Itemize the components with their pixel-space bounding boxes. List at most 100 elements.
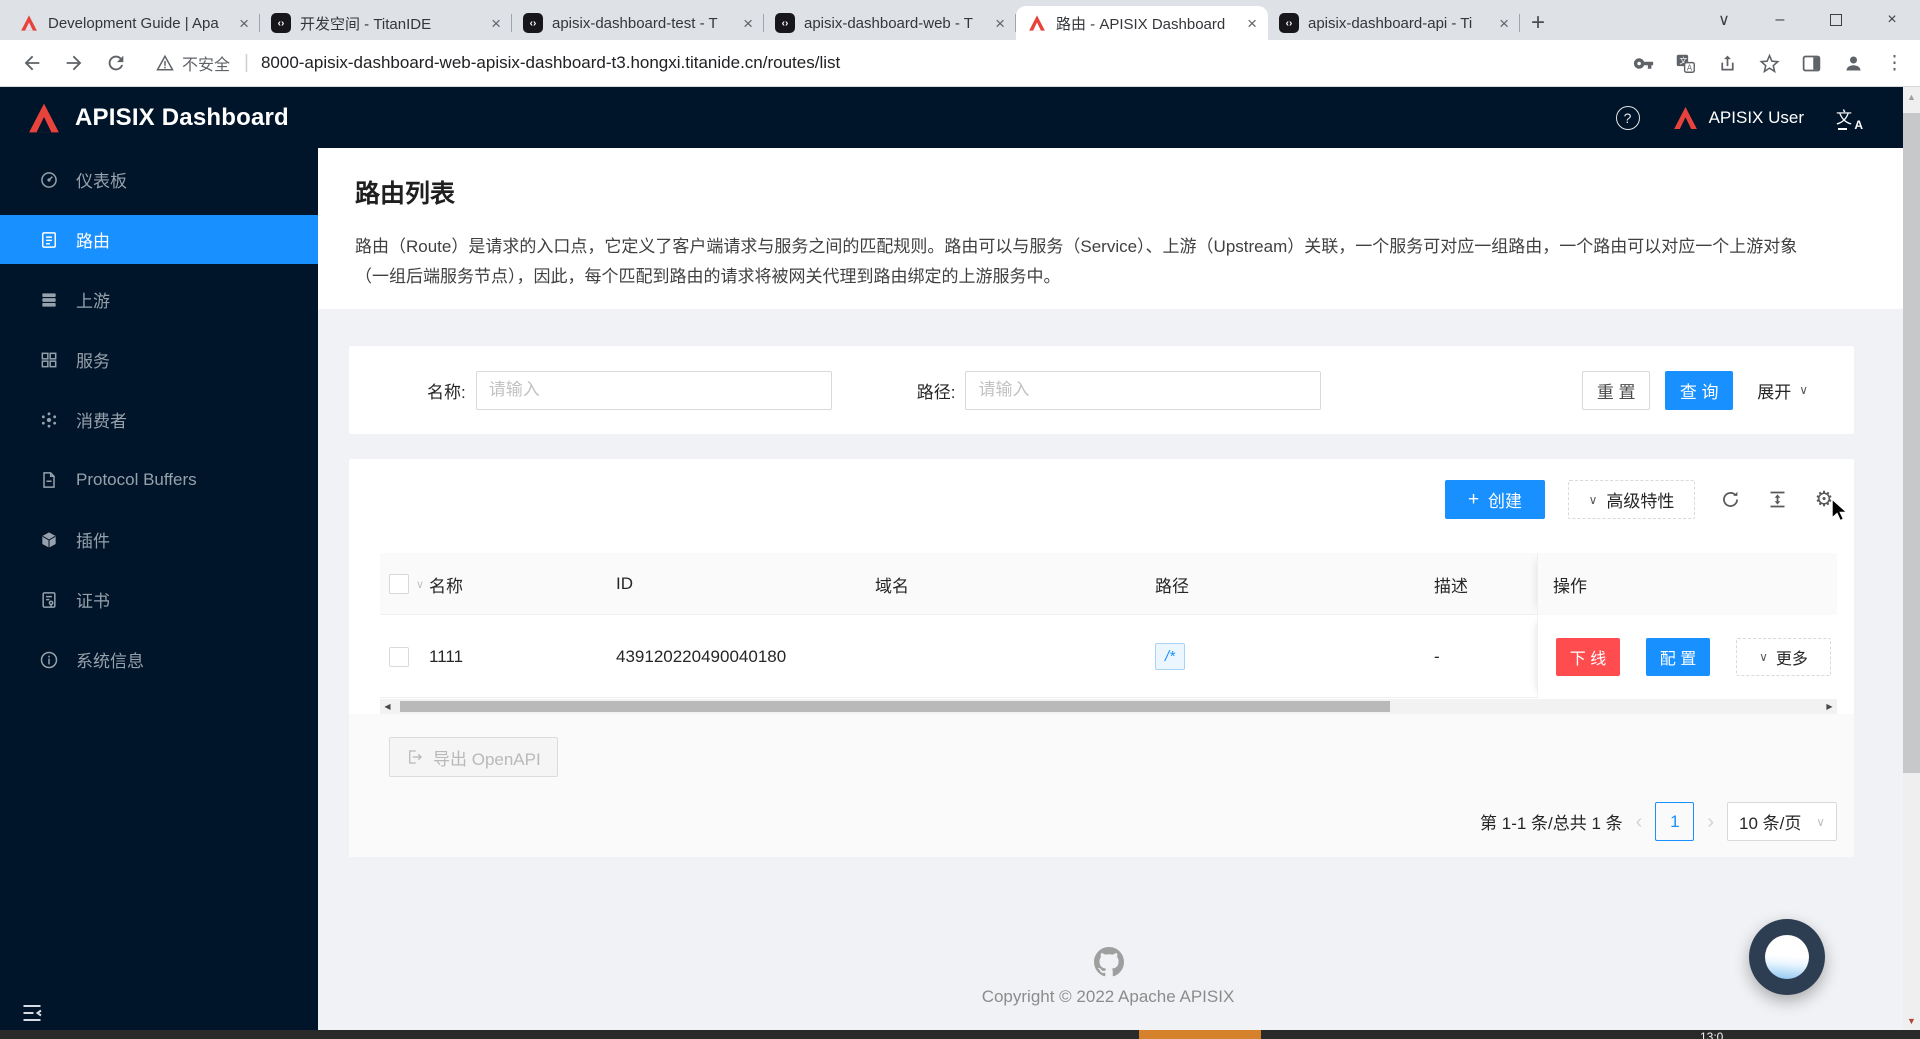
offline-button[interactable]: 下 线 xyxy=(1556,638,1620,676)
reload-icon[interactable] xyxy=(98,45,134,81)
user-menu[interactable]: APISIX User xyxy=(1672,105,1804,131)
sidebar-item-services[interactable]: 服务 xyxy=(0,335,318,384)
bookmark-star-icon[interactable] xyxy=(1759,53,1780,74)
settings-gear-icon[interactable]: ⚙ xyxy=(1812,488,1836,512)
help-icon[interactable]: ? xyxy=(1616,106,1640,130)
sidebar-item-dashboard[interactable]: 仪表板 xyxy=(0,155,318,204)
sidebar-item-label: 上游 xyxy=(76,287,110,312)
floating-assistant-button[interactable] xyxy=(1749,919,1825,995)
page-size-select[interactable]: 10 条/页 ∨ xyxy=(1727,802,1837,841)
sidebar-item-label: 路由 xyxy=(76,227,110,252)
url-text[interactable]: 8000-apisix-dashboard-web-apisix-dashboa… xyxy=(261,53,1627,73)
page-size-value: 10 条/页 xyxy=(1739,809,1801,834)
tab-title: Development Guide | Apa xyxy=(48,15,230,32)
browser-tab-dashboard-web[interactable]: ‹› apisix-dashboard-web - T × xyxy=(764,6,1016,40)
sidebar-item-plugins[interactable]: 插件 xyxy=(0,515,318,564)
advanced-features-button[interactable]: ∨ 高级特性 xyxy=(1568,480,1695,519)
name-input[interactable] xyxy=(476,371,832,410)
browser-tab-apisix-dashboard-active[interactable]: 路由 - APISIX Dashboard × xyxy=(1016,6,1268,40)
tab-title: 路由 - APISIX Dashboard xyxy=(1056,13,1238,34)
new-tab-button[interactable]: + xyxy=(1520,6,1556,40)
refresh-icon[interactable] xyxy=(1718,488,1742,512)
checkbox[interactable] xyxy=(389,647,409,667)
browser-tab-dashboard-test[interactable]: ‹› apisix-dashboard-test - T × xyxy=(512,6,764,40)
tab-close-icon[interactable]: × xyxy=(1247,15,1257,32)
tab-title: apisix-dashboard-test - T xyxy=(552,15,734,32)
tab-close-icon[interactable]: × xyxy=(239,15,249,32)
scroll-up-icon[interactable]: ▲ xyxy=(1903,92,1920,102)
expand-toggle[interactable]: 展开 ∨ xyxy=(1757,378,1808,403)
back-icon[interactable] xyxy=(14,45,50,81)
sidebar-item-routes[interactable]: 路由 xyxy=(0,215,318,264)
table-footer-section: 导出 OpenAPI 第 1-1 条/总共 1 条 ‹ 1 › 10 条/页 ∨ xyxy=(349,714,1854,857)
lang-zh-glyph: 文 xyxy=(1836,104,1852,128)
export-icon xyxy=(406,748,424,766)
scroll-right-icon[interactable]: ▶ xyxy=(1822,699,1837,714)
sidebar-collapse-icon[interactable] xyxy=(20,1001,44,1025)
language-switch-icon[interactable]: 文 A xyxy=(1836,105,1864,131)
sidebar-item-certificates[interactable]: 证书 xyxy=(0,575,318,624)
tab-close-icon[interactable]: × xyxy=(1499,15,1509,32)
browser-tab-titanide-workspace[interactable]: ‹› 开发空间 - TitanIDE × xyxy=(260,6,512,40)
tab-close-icon[interactable]: × xyxy=(743,15,753,32)
scroll-down-icon[interactable]: ▼ xyxy=(1903,1016,1920,1026)
selection-dropdown-icon[interactable]: ∨ xyxy=(416,553,424,615)
tab-search-icon[interactable]: ∨ xyxy=(1696,0,1752,40)
password-key-icon[interactable] xyxy=(1633,53,1654,74)
github-icon[interactable] xyxy=(1094,947,1124,977)
side-panel-icon[interactable] xyxy=(1801,53,1822,74)
create-button[interactable]: + 创建 xyxy=(1445,480,1545,519)
path-input[interactable] xyxy=(965,371,1321,410)
select-all-checkbox[interactable] xyxy=(389,553,409,615)
checkbox[interactable] xyxy=(389,574,409,594)
security-indicator[interactable]: 不安全 | xyxy=(156,51,255,75)
search-form: 名称: 路径: 重 置 查 询 展开 ∨ xyxy=(349,346,1854,434)
dashboard-icon xyxy=(39,170,59,190)
sidebar-item-consumers[interactable]: 消费者 xyxy=(0,395,318,444)
column-height-icon[interactable] xyxy=(1765,488,1789,512)
apisix-favicon xyxy=(1027,13,1047,33)
share-icon[interactable] xyxy=(1717,53,1738,74)
tab-close-icon[interactable]: × xyxy=(491,15,501,32)
scroll-left-icon[interactable]: ◀ xyxy=(380,699,395,714)
tab-close-icon[interactable]: × xyxy=(995,15,1005,32)
expand-label: 展开 xyxy=(1757,378,1791,403)
browser-menu-icon[interactable]: ⋮ xyxy=(1885,52,1904,75)
table-horizontal-scrollbar[interactable]: ◀ ▶ xyxy=(380,699,1837,714)
export-openapi-button[interactable]: 导出 OpenAPI xyxy=(389,737,558,777)
next-page-icon[interactable]: › xyxy=(1707,812,1714,832)
app-header: APISIX Dashboard ? APISIX User 文 A xyxy=(0,87,1920,148)
configure-button[interactable]: 配 置 xyxy=(1646,638,1710,676)
reset-button[interactable]: 重 置 xyxy=(1582,371,1650,410)
header-right: ? APISIX User 文 A xyxy=(1616,105,1864,131)
window-maximize-button[interactable] xyxy=(1808,0,1864,40)
more-button[interactable]: ∨ 更多 xyxy=(1736,638,1831,676)
browser-tab-dev-guide[interactable]: Development Guide | Apa × xyxy=(8,6,260,40)
description-line-1: 路由（Route）是请求的入口点，它定义了客户端请求与服务之间的匹配规则。路由可… xyxy=(355,232,1797,262)
sidebar-item-system-info[interactable]: 系统信息 xyxy=(0,635,318,684)
forward-icon[interactable] xyxy=(56,45,92,81)
translate-icon[interactable]: 文A xyxy=(1675,53,1696,74)
plugins-icon xyxy=(39,530,59,550)
consumers-icon xyxy=(39,410,59,430)
upstream-icon xyxy=(39,290,59,310)
sidebar-item-upstream[interactable]: 上游 xyxy=(0,275,318,324)
previous-page-icon[interactable]: ‹ xyxy=(1636,812,1643,832)
table-header: ∨ 名称 ID 域名 路径 描述 操作 xyxy=(380,553,1837,615)
chevron-down-icon: ∨ xyxy=(1759,651,1768,663)
scrollbar-thumb[interactable] xyxy=(400,701,1390,712)
page-number-button[interactable]: 1 xyxy=(1655,802,1694,841)
windows-taskbar-sliver: 13:0 xyxy=(0,1030,1920,1039)
browser-vertical-scrollbar[interactable]: ▲ ▼ xyxy=(1903,87,1920,1030)
query-button[interactable]: 查 询 xyxy=(1665,371,1733,410)
browser-tab-dashboard-api[interactable]: ‹› apisix-dashboard-api - Ti × xyxy=(1268,6,1520,40)
row-checkbox[interactable] xyxy=(389,615,409,698)
sidebar-item-protocol-buffers[interactable]: Protocol Buffers xyxy=(0,455,318,504)
profile-avatar-icon[interactable] xyxy=(1843,53,1864,74)
sidebar: 仪表板 路由 上游 服务 消费者 Protocol Buffers xyxy=(0,148,318,1039)
titanide-favicon: ‹› xyxy=(271,13,291,33)
scrollbar-thumb[interactable] xyxy=(1903,113,1920,773)
taskbar-active-app-highlight[interactable] xyxy=(1139,1030,1261,1039)
window-close-button[interactable]: × xyxy=(1864,0,1920,40)
window-minimize-button[interactable]: – xyxy=(1752,0,1808,40)
